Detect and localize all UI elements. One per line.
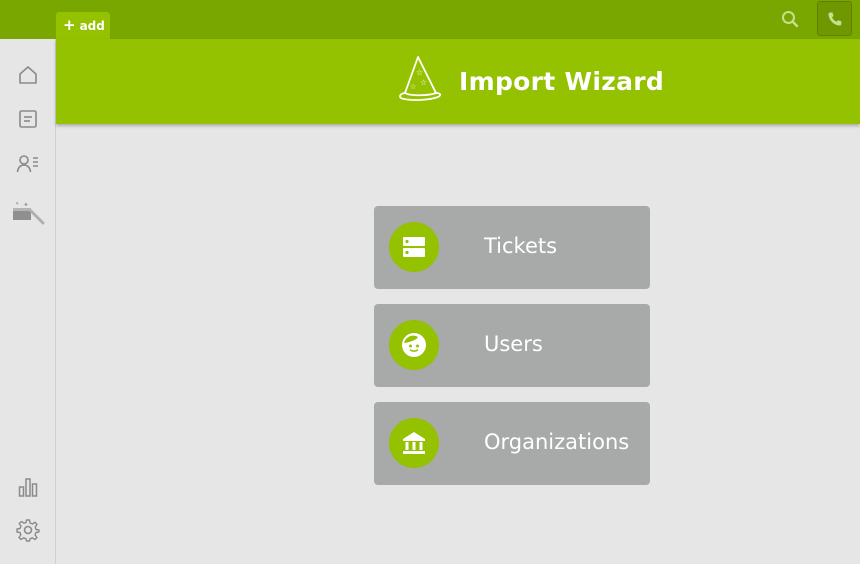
sidebar-item-tickets[interactable]	[0, 101, 55, 137]
option-label: Users	[484, 332, 543, 356]
users-list-icon	[16, 155, 38, 173]
option-icon-circle	[389, 418, 439, 468]
sidebar: ✦ ✦	[0, 39, 56, 564]
svg-text:☆: ☆	[420, 78, 427, 87]
add-tab[interactable]: + add	[56, 12, 110, 39]
option-icon-circle	[389, 222, 439, 272]
option-label: Tickets	[484, 234, 558, 258]
sidebar-item-settings[interactable]	[0, 512, 55, 548]
page-header: ☆ ☆ ☆ Import Wizard	[56, 39, 860, 124]
svg-text:✦: ✦	[23, 201, 29, 209]
option-label: Organizations	[484, 430, 630, 454]
option-icon-circle	[389, 320, 439, 370]
home-icon	[18, 66, 37, 84]
sidebar-item-reports[interactable]	[0, 469, 55, 505]
import-organizations-button[interactable]: Organizations	[374, 402, 650, 485]
plus-icon: +	[63, 16, 76, 34]
import-wizard-icon: ✦ ✦	[12, 201, 44, 225]
gear-icon	[15, 519, 40, 542]
import-tickets-button[interactable]: Tickets	[374, 206, 650, 289]
svg-text:✦: ✦	[15, 201, 19, 207]
top-bar: + add	[0, 0, 860, 39]
server-icon	[403, 237, 425, 257]
face-icon	[402, 333, 426, 357]
bank-icon	[403, 432, 425, 454]
phone-button[interactable]	[817, 1, 852, 36]
sidebar-item-users[interactable]	[0, 146, 55, 182]
wizard-hat-icon: ☆ ☆ ☆	[399, 56, 442, 101]
sidebar-item-import[interactable]: ✦ ✦	[0, 195, 55, 231]
ticket-list-icon	[18, 110, 37, 128]
bar-chart-icon	[18, 478, 37, 497]
sidebar-item-home[interactable]	[0, 57, 55, 93]
search-button[interactable]	[780, 9, 800, 29]
phone-icon	[828, 12, 841, 25]
svg-text:☆: ☆	[410, 83, 416, 91]
search-icon	[782, 11, 799, 28]
page-title: Import Wizard	[459, 67, 665, 96]
svg-text:☆: ☆	[416, 68, 423, 77]
import-users-button[interactable]: Users	[374, 304, 650, 387]
add-label: add	[79, 18, 105, 33]
